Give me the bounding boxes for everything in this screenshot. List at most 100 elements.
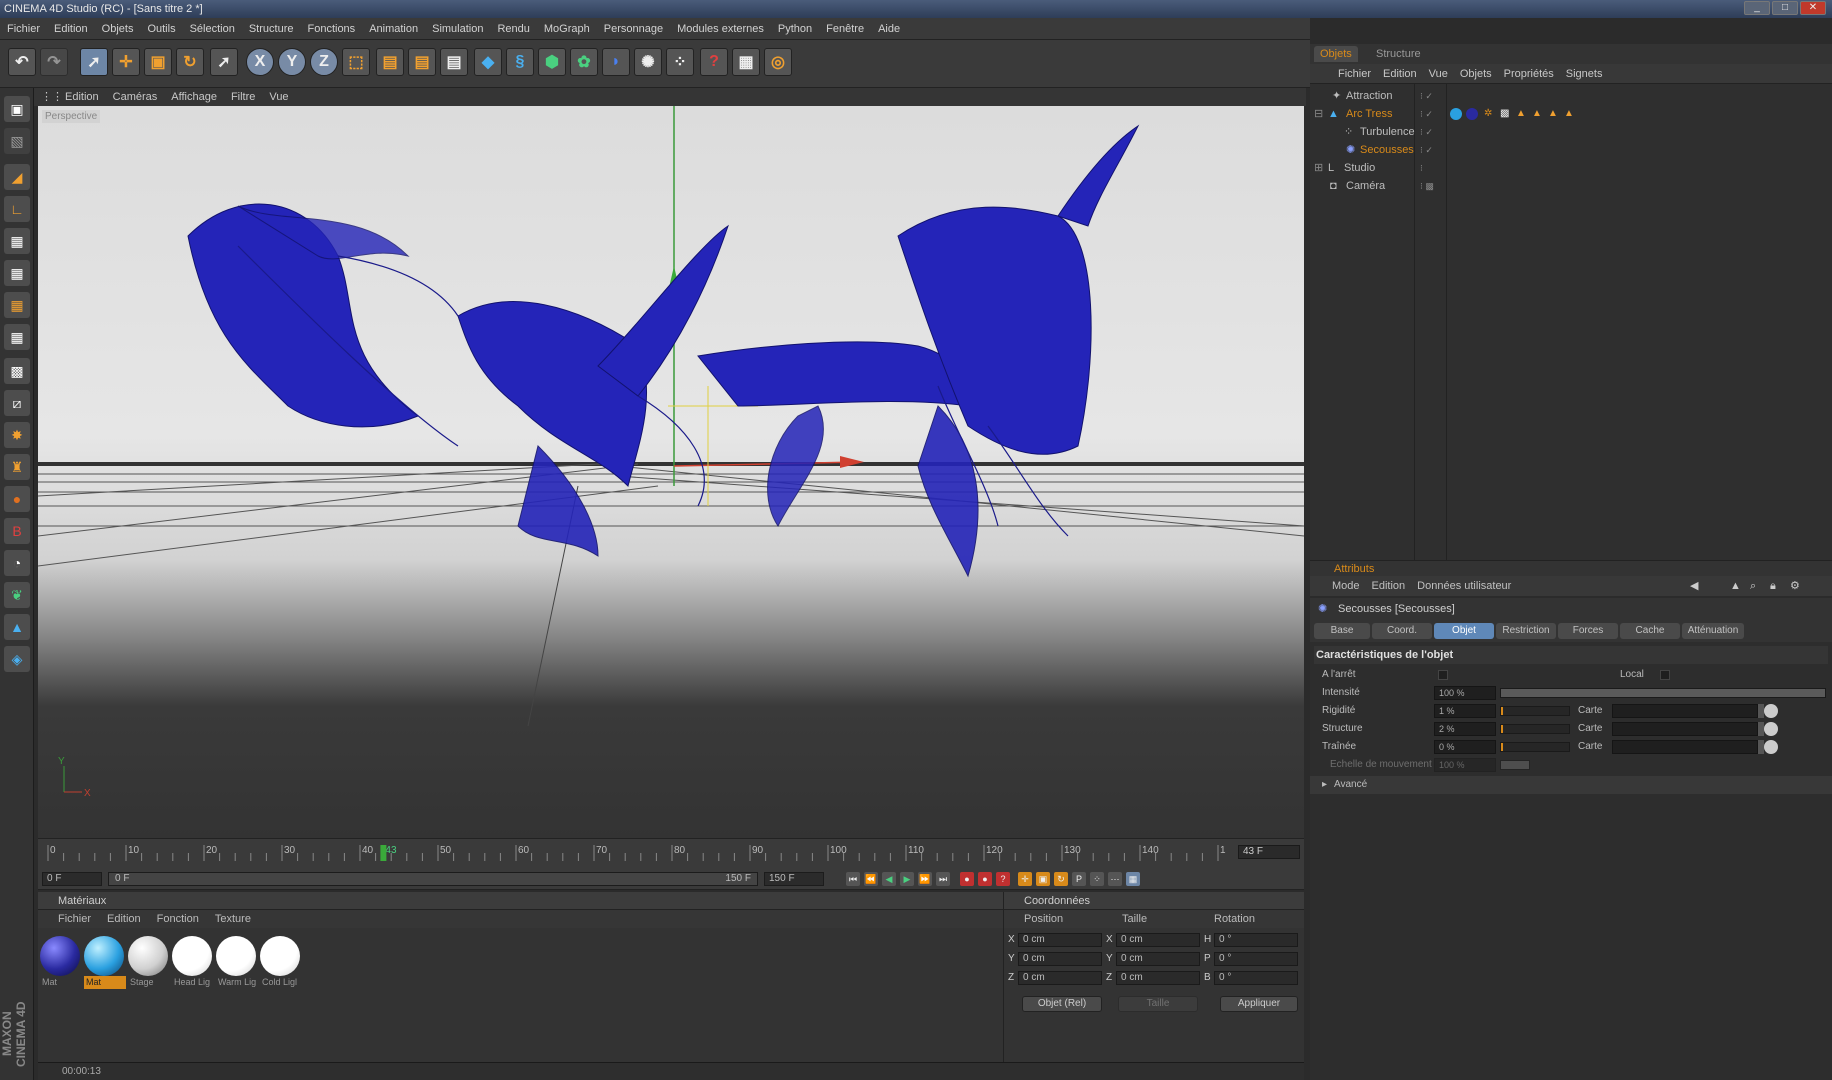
objmenu-objets[interactable]: Objets [1460, 64, 1492, 84]
tab-forces[interactable]: Forces [1558, 623, 1618, 639]
settings-icon[interactable]: ⚙ [1790, 576, 1800, 596]
next-key-icon[interactable]: ⏩ [918, 872, 932, 886]
render-view-icon[interactable]: ▤ [376, 48, 404, 76]
uv-mode-icon[interactable]: ▦ [4, 324, 30, 350]
tab-restriction[interactable]: Restriction [1496, 623, 1556, 639]
attrmenu-donnees[interactable]: Données utilisateur [1417, 576, 1511, 596]
prev-key-icon[interactable]: ⏪ [864, 872, 878, 886]
bodypaint-icon[interactable]: ● [4, 486, 30, 512]
tab-objets[interactable]: Objets [1314, 46, 1358, 62]
rotate-tool-icon[interactable]: ↻ [176, 48, 204, 76]
visibility-dots[interactable]: ⁝ ✓ [1420, 140, 1433, 160]
menu-fenetre[interactable]: Fenêtre [819, 18, 871, 40]
visibility-dots[interactable]: ⁝ [1420, 158, 1423, 178]
menu-rendu[interactable]: Rendu [490, 18, 536, 40]
render-settings-icon[interactable]: ▤ [440, 48, 468, 76]
deformer-icon[interactable]: ◗ [602, 48, 630, 76]
viewport-menu-affichage[interactable]: Affichage [164, 88, 224, 106]
timeline-ruler[interactable]: 0 10 20 30 40 43 50 60 70 80 90 100 110 120 130 140 150 [46, 843, 1226, 861]
expand-icon[interactable]: ⊟ [1314, 104, 1323, 124]
materials-menu-fonction[interactable]: Fonction [157, 910, 199, 928]
visibility-dots[interactable]: ⁝ ✓ [1420, 86, 1433, 106]
drag-slider[interactable] [1500, 742, 1570, 752]
menu-mograph[interactable]: MoGraph [537, 18, 597, 40]
tab-coord[interactable]: Coord. [1372, 623, 1432, 639]
object-row-secousses[interactable]: ✺ Secousses ⁝ ✓ [1310, 140, 1832, 160]
size-y-field[interactable]: 0 cm [1116, 952, 1200, 966]
keyframe-selection-icon[interactable]: ? [996, 872, 1010, 886]
edges-mode-icon[interactable]: ▦ [4, 260, 30, 286]
rotation-p-field[interactable]: 0 ° [1214, 952, 1298, 966]
visibility-dots[interactable]: ⁝ ▩ [1420, 176, 1434, 196]
menu-objets[interactable]: Objets [95, 18, 141, 40]
range-slider[interactable]: 0 F 150 F [108, 872, 758, 886]
attrmenu-mode[interactable]: Mode [1332, 576, 1360, 596]
warning-tag-icon[interactable]: ▲ [1516, 104, 1526, 124]
viewport-menu-cameras[interactable]: Caméras [106, 88, 165, 106]
record-icon[interactable]: ● [960, 872, 974, 886]
intensity-field[interactable]: 100 % [1434, 686, 1496, 700]
warning-tag-icon[interactable]: ▲ [1532, 104, 1542, 124]
menu-structure[interactable]: Structure [242, 18, 301, 40]
warning-tag-icon[interactable]: ▲ [1548, 104, 1558, 124]
subdivision-surface-icon[interactable]: ⬢ [538, 48, 566, 76]
motion-scale-field[interactable]: 100 % [1434, 758, 1496, 772]
end-frame-field[interactable]: 150 F [764, 872, 824, 886]
spline-pen-icon[interactable]: § [506, 48, 534, 76]
menu-outils[interactable]: Outils [140, 18, 182, 40]
local-checkbox[interactable] [1660, 670, 1670, 680]
apply-button[interactable]: Appliquer [1220, 996, 1298, 1012]
play-icon[interactable]: ▶ [900, 872, 914, 886]
polygons-mode-icon[interactable]: ▦ [4, 292, 30, 318]
material-swatch[interactable]: Head Lig [172, 936, 214, 992]
autokey-icon[interactable]: ● [978, 872, 992, 886]
menu-aide[interactable]: Aide [871, 18, 907, 40]
advanced-group[interactable]: ▸ Avancé [1310, 776, 1832, 794]
tab-objet[interactable]: Objet [1434, 623, 1494, 639]
3d-viewport[interactable]: Perspective Y X [38, 106, 1304, 838]
structure-map-field[interactable] [1612, 722, 1758, 736]
materials-menu-edition[interactable]: Edition [107, 910, 141, 928]
key-param-icon[interactable]: P [1072, 872, 1086, 886]
material-tag-icon[interactable] [1466, 108, 1478, 120]
map-link-icon[interactable] [1764, 722, 1778, 736]
viewport-menu-vue[interactable]: Vue [262, 88, 295, 106]
position-x-field[interactable]: 0 cm [1018, 933, 1102, 947]
help-icon[interactable]: ? [700, 48, 728, 76]
hair-tag-icon[interactable]: ✲ [1484, 104, 1492, 124]
x-axis-lock-icon[interactable]: X [246, 48, 274, 76]
material-tag-icon[interactable] [1450, 108, 1462, 120]
up-arrow-icon[interactable]: ▲ [1730, 576, 1741, 596]
scale-tool-icon[interactable]: ▣ [144, 48, 172, 76]
material-swatch[interactable]: Mat [84, 936, 126, 992]
sky-icon[interactable]: ◈ [4, 646, 30, 672]
object-row-turbulence[interactable]: ⁘ Turbulence ⁝ ✓ [1310, 122, 1832, 142]
go-end-icon[interactable]: ⏭ [936, 872, 950, 886]
axis-mode-icon[interactable]: ∟ [4, 196, 30, 222]
intensity-slider[interactable] [1500, 688, 1826, 698]
rotation-b-field[interactable]: 0 ° [1214, 971, 1298, 985]
close-button[interactable]: ✕ [1800, 1, 1826, 15]
menu-python[interactable]: Python [771, 18, 819, 40]
menu-fonctions[interactable]: Fonctions [300, 18, 362, 40]
materials-menu-texture[interactable]: Texture [215, 910, 251, 928]
menu-fichier[interactable]: Fichier [0, 18, 47, 40]
size-x-field[interactable]: 0 cm [1116, 933, 1200, 947]
size-z-field[interactable]: 0 cm [1116, 971, 1200, 985]
objmenu-edition[interactable]: Edition [1383, 64, 1417, 84]
character-icon[interactable]: ◔ [4, 550, 30, 576]
object-row-attraction[interactable]: ✦ Attraction ⁝ ✓ [1310, 86, 1832, 106]
visibility-dots[interactable]: ⁝ ✓ [1420, 104, 1433, 124]
menu-personnage[interactable]: Personnage [597, 18, 670, 40]
key-scale-icon[interactable]: ▣ [1036, 872, 1050, 886]
move-tool-icon[interactable]: ✛ [112, 48, 140, 76]
texture-mode-icon[interactable]: ◢ [4, 164, 30, 190]
arret-checkbox[interactable] [1438, 670, 1448, 680]
python-icon[interactable]: ◎ [764, 48, 792, 76]
array-icon[interactable]: ✿ [570, 48, 598, 76]
scene-icon[interactable]: ✺ [634, 48, 662, 76]
position-y-field[interactable]: 0 cm [1018, 952, 1102, 966]
snap-icon[interactable]: ▩ [4, 358, 30, 384]
object-row-camera[interactable]: ◘ Caméra ⁝ ▩ [1310, 176, 1832, 196]
terrain-icon[interactable]: ▲ [4, 614, 30, 640]
